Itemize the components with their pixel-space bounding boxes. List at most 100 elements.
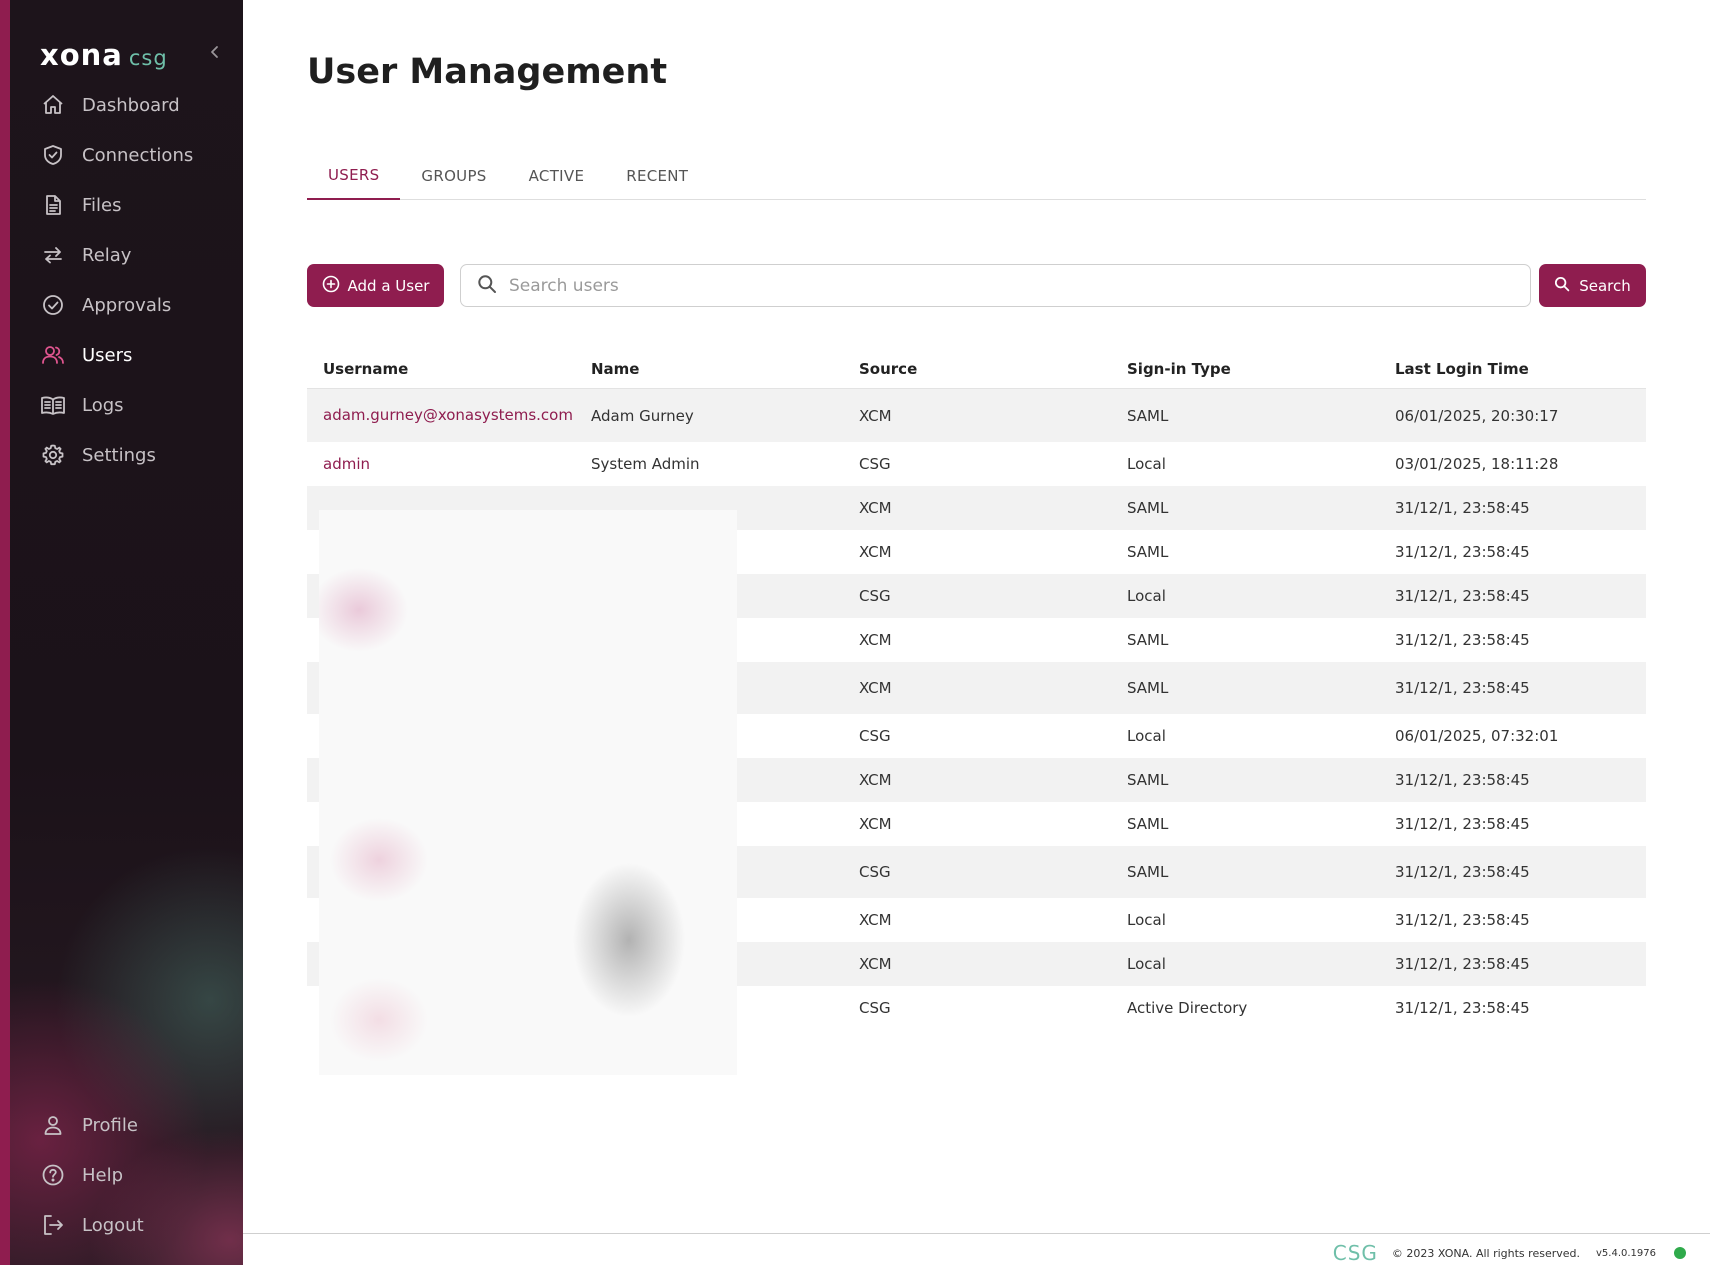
- signin-type-cell: Local: [1127, 455, 1166, 473]
- footer-logo: CSG: [1332, 1241, 1378, 1265]
- signin-type-cell: Active Directory: [1127, 999, 1248, 1017]
- signin-type-cell: SAML: [1127, 543, 1169, 561]
- last-login-cell: 06/01/2025, 20:30:17: [1395, 406, 1559, 425]
- sidebar-item-label: Connections: [82, 144, 194, 166]
- source-cell: CSG: [859, 999, 891, 1017]
- source-cell: XCM: [859, 543, 892, 561]
- last-login-cell: 31/12/1, 23:58:45: [1395, 999, 1530, 1017]
- sidebar-item-approvals[interactable]: Approvals: [10, 280, 243, 330]
- column-header-name[interactable]: Name: [575, 360, 843, 378]
- signin-type-cell: SAML: [1127, 863, 1169, 881]
- column-header-last-login[interactable]: Last Login Time: [1379, 360, 1646, 378]
- last-login-cell: 03/01/2025, 18:11:28: [1395, 455, 1559, 473]
- username-cell[interactable]: admin: [307, 453, 575, 476]
- add-user-label: Add a User: [347, 276, 430, 295]
- tab-users[interactable]: USERS: [307, 152, 401, 200]
- logout-icon: [40, 1212, 66, 1238]
- brand-name: xona: [40, 38, 123, 72]
- sidebar-nav: Dashboard Connections Files Relay Approv…: [10, 80, 243, 480]
- tab-groups[interactable]: GROUPS: [400, 152, 507, 200]
- source-cell: CSG: [859, 863, 891, 881]
- tab-recent[interactable]: RECENT: [605, 152, 709, 200]
- source-cell: XCM: [859, 815, 892, 833]
- sidebar-item-connections[interactable]: Connections: [10, 130, 243, 180]
- sidebar-item-label: Files: [82, 194, 122, 216]
- sidebar-item-logs[interactable]: Logs: [10, 380, 243, 430]
- last-login-cell: 31/12/1, 23:58:45: [1395, 815, 1530, 833]
- tab-active[interactable]: ACTIVE: [508, 152, 606, 200]
- sidebar: xona csg Dashboard Connections Files Rel…: [0, 0, 243, 1265]
- sidebar-item-label: Logs: [82, 394, 124, 416]
- shield-icon: [40, 142, 66, 168]
- sidebar-item-label: Dashboard: [82, 94, 180, 116]
- table-row[interactable]: admin System Admin CSG Local 03/01/2025, 18:…: [307, 442, 1646, 486]
- users-icon: [40, 342, 66, 368]
- plus-circle-icon: [322, 275, 340, 297]
- sidebar-item-help[interactable]: Help: [10, 1150, 243, 1200]
- last-login-cell: 31/12/1, 23:58:45: [1395, 631, 1530, 649]
- source-cell: XCM: [859, 955, 892, 973]
- source-cell: XCM: [859, 631, 892, 649]
- signin-type-cell: Local: [1127, 955, 1166, 973]
- column-header-source[interactable]: Source: [843, 360, 1111, 378]
- brand-product: csg: [128, 46, 168, 70]
- search-box: [460, 264, 1531, 307]
- signin-type-cell: SAML: [1127, 679, 1169, 697]
- version-text: v5.4.0.1976: [1596, 1247, 1656, 1259]
- sidebar-item-dashboard[interactable]: Dashboard: [10, 80, 243, 130]
- table-row[interactable]: adam.gurney@xonasystems.com Adam Gurney XC…: [307, 389, 1646, 442]
- source-cell: XCM: [859, 679, 892, 697]
- source-cell: XCM: [859, 911, 892, 929]
- book-icon: [40, 392, 66, 418]
- tab-bar: USERS GROUPS ACTIVE RECENT: [307, 152, 1646, 200]
- brand-logo[interactable]: xona csg: [40, 38, 168, 72]
- sidebar-item-relay[interactable]: Relay: [10, 230, 243, 280]
- gear-icon: [40, 442, 66, 468]
- sidebar-item-profile[interactable]: Profile: [10, 1100, 243, 1150]
- sidebar-item-label: Logout: [82, 1214, 144, 1236]
- table-header: Username Name Source Sign-in Type Last L…: [307, 350, 1646, 389]
- sidebar-item-users[interactable]: Users: [10, 330, 243, 380]
- sidebar-item-settings[interactable]: Settings: [10, 430, 243, 480]
- username-cell[interactable]: adam.gurney@xonasystems.com: [307, 404, 575, 427]
- last-login-cell: 31/12/1, 23:58:45: [1395, 543, 1530, 561]
- signin-type-cell: Local: [1127, 727, 1166, 745]
- sidebar-item-label: Help: [82, 1164, 124, 1186]
- source-cell: XCM: [859, 771, 892, 789]
- redacted-region: [319, 510, 737, 1075]
- copyright-text: © 2023 XONA. All rights reserved.: [1391, 1246, 1580, 1260]
- sidebar-item-logout[interactable]: Logout: [10, 1200, 243, 1250]
- last-login-cell: 31/12/1, 23:58:45: [1395, 587, 1530, 605]
- home-icon: [40, 92, 66, 118]
- swap-arrows-icon: [40, 242, 66, 268]
- last-login-cell: 31/12/1, 23:58:45: [1395, 911, 1530, 929]
- status-indicator: [1674, 1247, 1686, 1259]
- add-user-button[interactable]: Add a User: [307, 264, 444, 307]
- signin-type-cell: SAML: [1127, 406, 1169, 425]
- signin-type-cell: SAML: [1127, 631, 1169, 649]
- source-cell: XCM: [859, 406, 892, 425]
- name-cell: System Admin: [591, 455, 700, 473]
- last-login-cell: 06/01/2025, 07:32:01: [1395, 727, 1559, 745]
- sidebar-item-files[interactable]: Files: [10, 180, 243, 230]
- last-login-cell: 31/12/1, 23:58:45: [1395, 955, 1530, 973]
- collapse-sidebar-icon[interactable]: [205, 42, 225, 62]
- search-button-label: Search: [1579, 276, 1631, 295]
- column-header-signin-type[interactable]: Sign-in Type: [1111, 360, 1379, 378]
- last-login-cell: 31/12/1, 23:58:45: [1395, 679, 1530, 697]
- signin-type-cell: SAML: [1127, 771, 1169, 789]
- main-content: User Management USERS GROUPS ACTIVE RECE…: [243, 0, 1710, 1265]
- search-icon: [1554, 276, 1570, 296]
- search-input[interactable]: [509, 275, 1489, 296]
- page-title: User Management: [307, 52, 668, 92]
- sidebar-item-label: Profile: [82, 1114, 138, 1136]
- signin-type-cell: SAML: [1127, 499, 1169, 517]
- last-login-cell: 31/12/1, 23:58:45: [1395, 863, 1530, 881]
- last-login-cell: 31/12/1, 23:58:45: [1395, 499, 1530, 517]
- search-icon: [477, 274, 497, 298]
- toolbar: Add a User Search: [307, 264, 1646, 308]
- source-cell: CSG: [859, 727, 891, 745]
- search-button[interactable]: Search: [1539, 264, 1646, 307]
- column-header-username[interactable]: Username: [307, 360, 575, 378]
- sidebar-item-label: Settings: [82, 444, 156, 466]
